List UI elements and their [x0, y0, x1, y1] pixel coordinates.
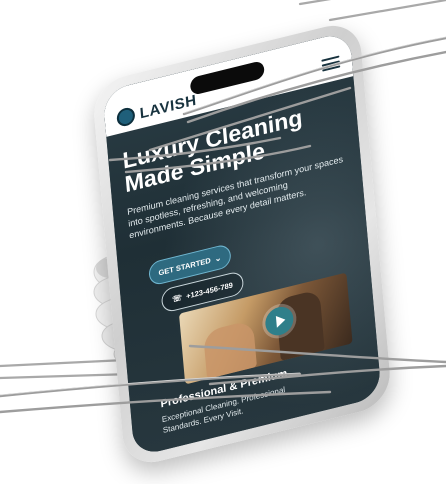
wire-back-b — [328, 0, 446, 22]
chevron-down-icon: ⌄ — [214, 252, 222, 264]
phone-icon: ☏ — [171, 292, 183, 304]
menu-icon[interactable] — [321, 55, 341, 72]
phone-frame: LAVISH Luxury Cleaning Made Simple Premi… — [91, 18, 393, 470]
logo-icon — [116, 105, 136, 129]
mockup-stage: LAVISH Luxury Cleaning Made Simple Premi… — [0, 0, 446, 484]
phone-number-label: +123-456-789 — [185, 279, 234, 301]
menu-icon-line-3 — [322, 65, 341, 72]
phone-mockup: LAVISH Luxury Cleaning Made Simple Premi… — [91, 18, 393, 470]
dynamic-island — [189, 60, 265, 96]
phone-screen: LAVISH Luxury Cleaning Made Simple Premi… — [102, 30, 382, 458]
